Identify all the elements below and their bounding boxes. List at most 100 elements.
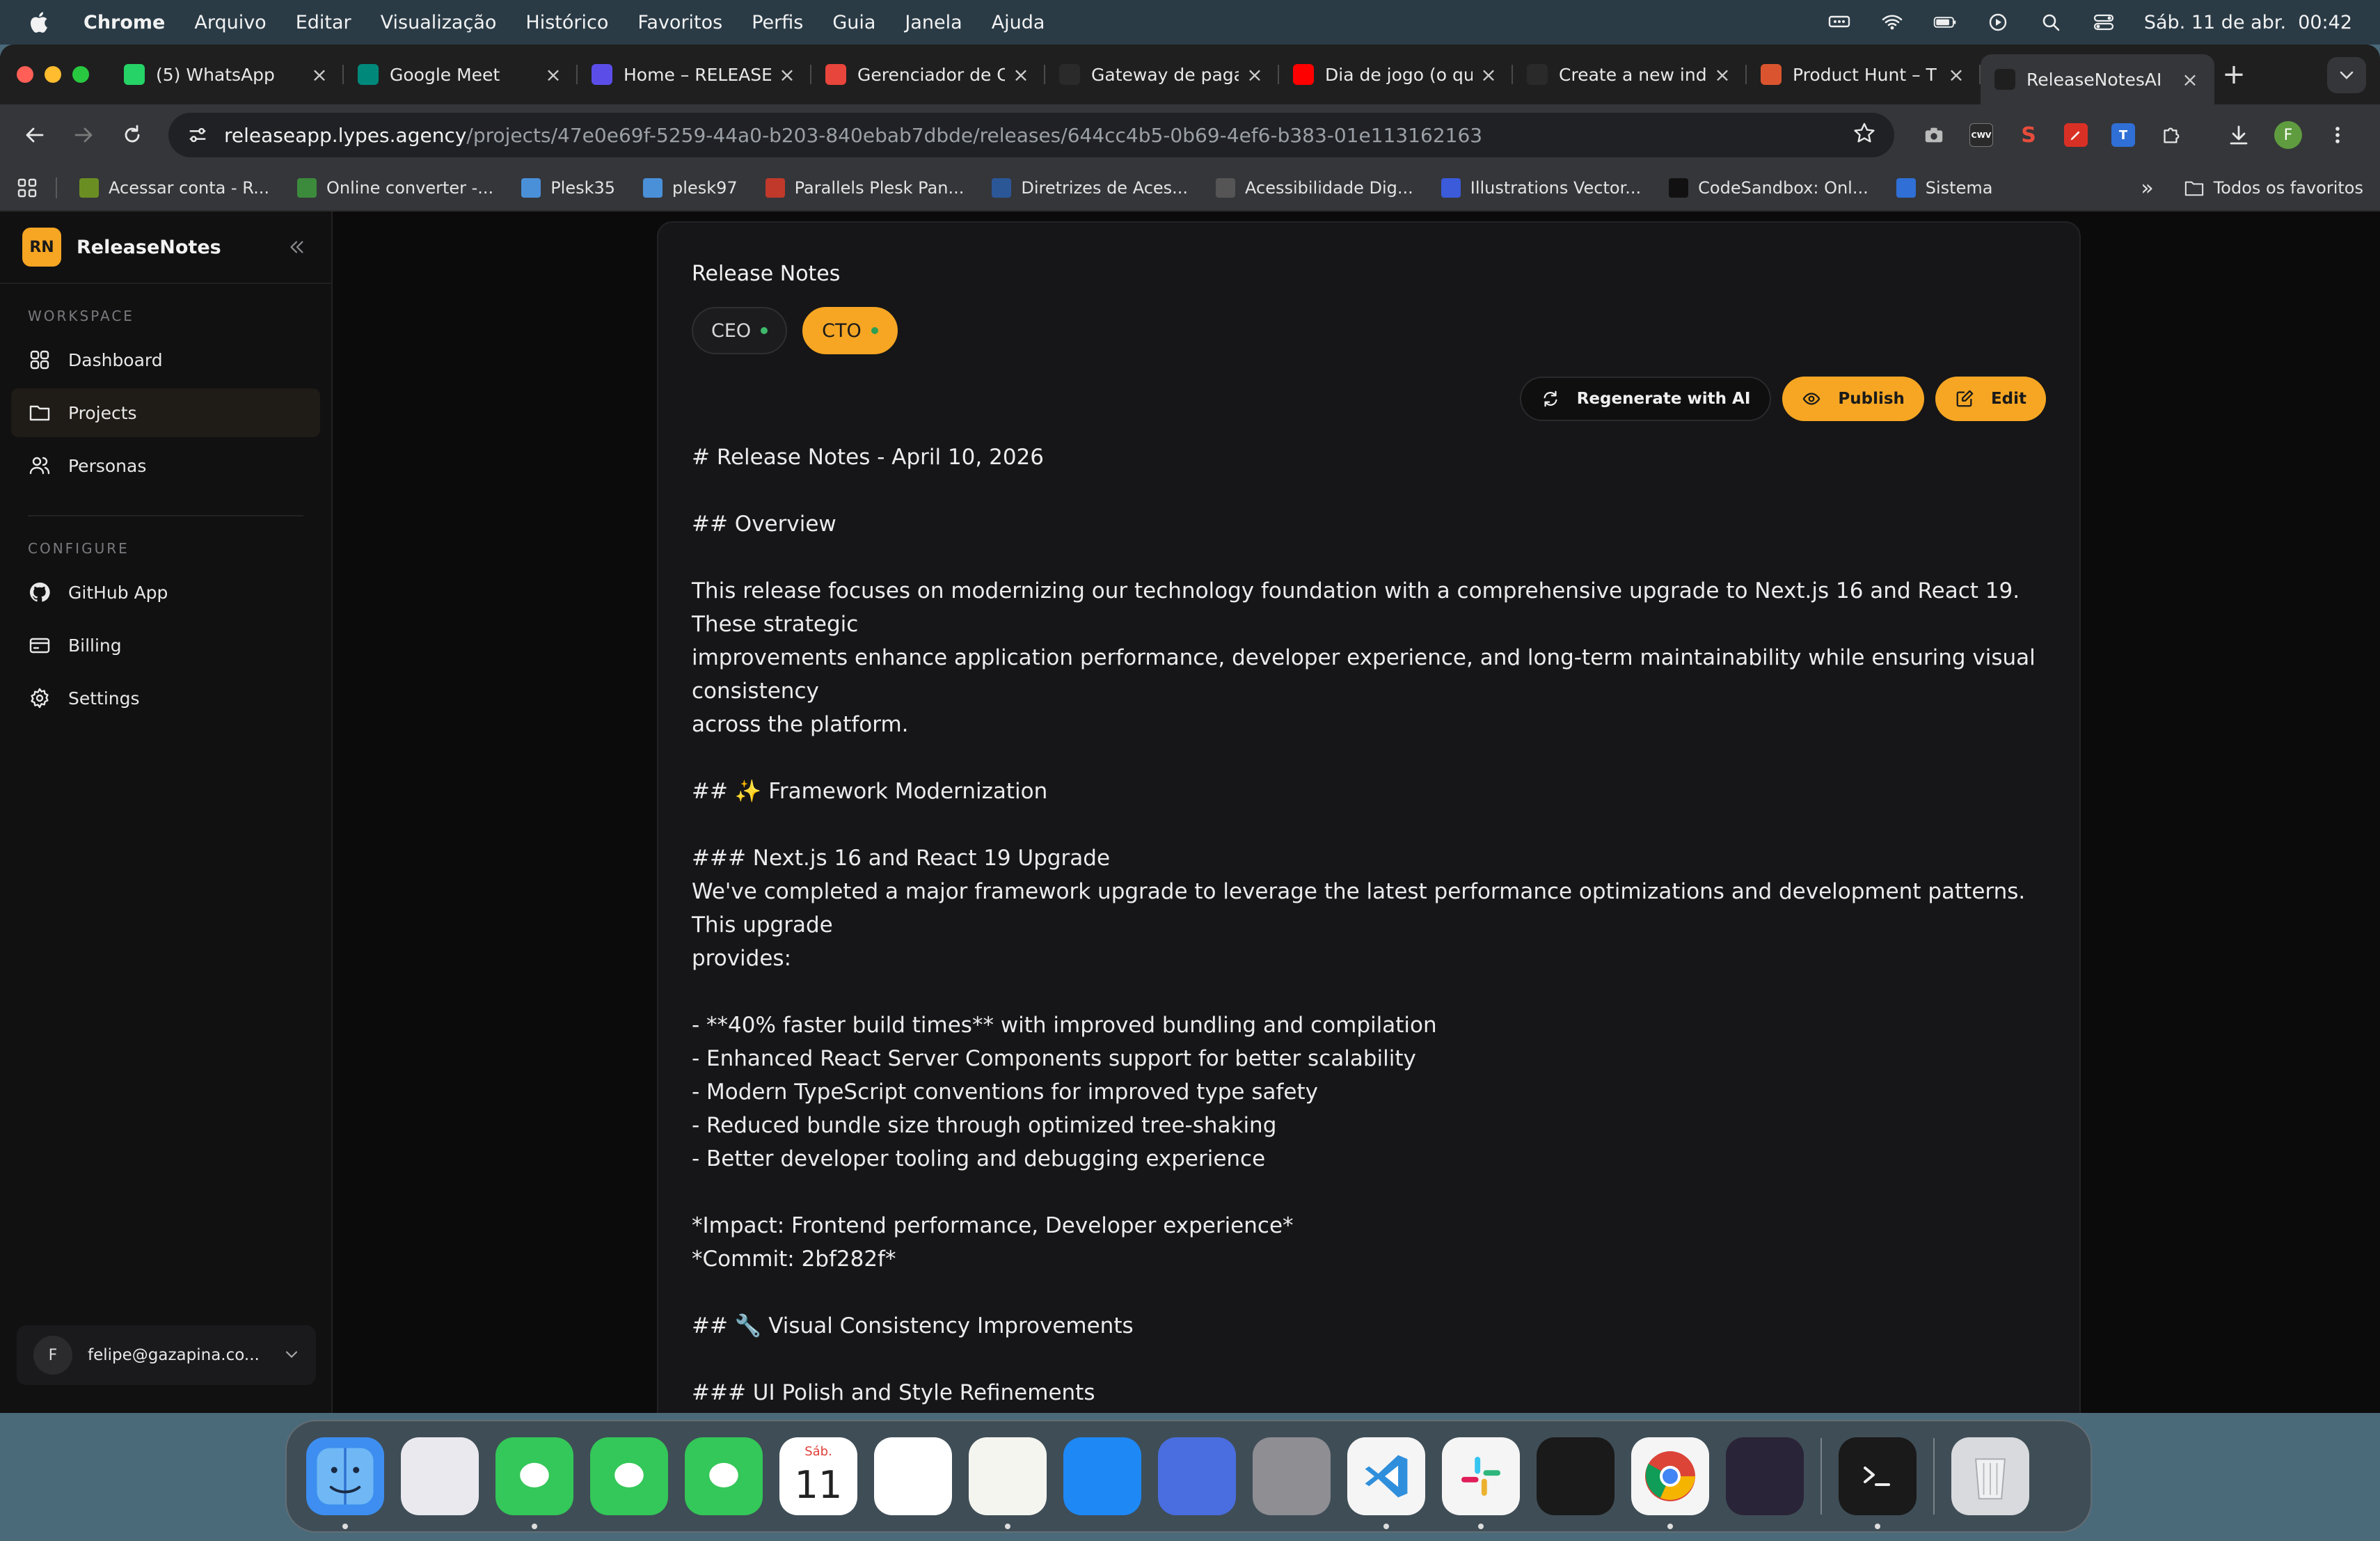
cursor-icon[interactable] [1537, 1437, 1615, 1515]
regenerate-with-ai-button[interactable]: Regenerate with AI [1519, 377, 1772, 421]
app-store-icon[interactable] [1063, 1437, 1141, 1515]
menu-guia[interactable]: Guia [832, 12, 875, 33]
close-tab-icon[interactable]: × [543, 63, 564, 86]
spotlight-search-icon[interactable] [2038, 12, 2063, 33]
forward-button[interactable] [63, 114, 104, 156]
zoom-window-button[interactable] [72, 66, 89, 83]
persona-tab-ceo[interactable]: CEO [692, 307, 788, 354]
bookmark-item[interactable]: Acessibilidade Dig... [1216, 178, 1413, 198]
sidebar-item-projects[interactable]: Projects [11, 388, 320, 437]
simulator-icon[interactable] [1158, 1437, 1236, 1515]
now-playing-icon[interactable] [1985, 12, 2010, 33]
calendar-icon[interactable]: Sáb. 11 [779, 1437, 857, 1515]
menu-ajuda[interactable]: Ajuda [992, 12, 1045, 33]
more-bookmarks-icon[interactable]: » [2141, 176, 2153, 200]
close-tab-icon[interactable]: × [2180, 68, 2200, 91]
publish-button[interactable]: Publish [1782, 377, 1924, 421]
tab-gerenciador[interactable]: Gerenciador de C × [811, 52, 1045, 97]
control-center-icon[interactable] [2091, 12, 2116, 33]
bookmark-item[interactable]: Acessar conta - R... [79, 178, 269, 198]
facetime-icon[interactable] [590, 1437, 668, 1515]
sidebar-item-github-app[interactable]: GitHub App [11, 568, 320, 617]
menu-historico[interactable]: Histórico [525, 12, 608, 33]
menubar-clock[interactable]: Sáb. 11 de abr. 00:42 [2144, 12, 2352, 33]
terminal-icon[interactable] [1839, 1437, 1917, 1529]
bookmark-item[interactable]: plesk97 [643, 178, 738, 198]
cwv-extension-icon[interactable]: CWV [1969, 123, 1993, 147]
launchpad-icon[interactable] [401, 1437, 479, 1515]
close-window-button[interactable] [17, 66, 33, 83]
tab-whatsapp[interactable]: (5) WhatsApp × [110, 52, 344, 97]
sidebar-item-settings[interactable]: Settings [11, 674, 320, 722]
kebab-menu-icon[interactable] [2326, 123, 2349, 147]
tab-releasenotes-tab[interactable]: ReleaseNotesAI × [1981, 54, 2214, 104]
edit-button[interactable]: Edit [1935, 377, 2046, 421]
download-icon[interactable] [2227, 123, 2251, 147]
battery-icon[interactable] [1933, 12, 1958, 33]
reminders-icon[interactable] [874, 1437, 952, 1515]
persona-tab-cto[interactable]: CTO [802, 307, 898, 354]
bookmark-item[interactable]: Illustrations Vector... [1441, 178, 1641, 198]
profile-avatar[interactable]: F [2274, 121, 2302, 149]
notes-icon[interactable] [969, 1437, 1047, 1529]
tab-release-home[interactable]: Home – RELEASE × [578, 52, 811, 97]
address-bar[interactable]: releaseapp.lypes.agency/projects/47e0e69… [168, 113, 1894, 157]
sidebar-item-billing[interactable]: Billing [11, 621, 320, 670]
close-tab-icon[interactable]: × [1244, 63, 1265, 86]
collapse-sidebar-button[interactable] [284, 235, 309, 260]
bookmark-item[interactable]: Parallels Plesk Pan... [765, 178, 964, 198]
chrome-icon[interactable] [1631, 1437, 1709, 1529]
bookmark-item[interactable]: CodeSandbox: Onl... [1669, 178, 1869, 198]
bookmark-item[interactable]: Online converter -... [297, 178, 493, 198]
t-extension-icon[interactable]: T [2111, 123, 2135, 147]
sidebar-item-dashboard[interactable]: Dashboard [11, 335, 320, 384]
close-tab-icon[interactable]: × [1478, 63, 1499, 86]
s-extension-icon[interactable]: S [2017, 123, 2040, 148]
tab-google-meet[interactable]: Google Meet × [344, 52, 578, 97]
apps-grid-icon[interactable] [17, 177, 38, 198]
menu-app-name[interactable]: Chrome [84, 12, 165, 33]
messages-icon[interactable] [495, 1437, 573, 1529]
new-tab-button[interactable]: + [2214, 58, 2253, 90]
tab-product-hunt[interactable]: Product Hunt – T × [1747, 52, 1981, 97]
menu-perfis[interactable]: Perfis [752, 12, 803, 33]
phone-icon[interactable] [685, 1437, 763, 1515]
back-button[interactable] [14, 114, 56, 156]
bookmark-item[interactable]: Diretrizes de Aces... [992, 178, 1188, 198]
tab-youtube[interactable]: Dia de jogo (o qu × [1279, 52, 1513, 97]
obsidian-icon[interactable] [1726, 1437, 1804, 1515]
menu-janela[interactable]: Janela [905, 12, 962, 33]
close-tab-icon[interactable]: × [777, 63, 798, 86]
trash-icon[interactable] [1951, 1437, 2029, 1515]
apple-icon[interactable] [28, 10, 50, 35]
minimize-window-button[interactable] [45, 66, 61, 83]
close-tab-icon[interactable]: × [1946, 63, 1967, 86]
bookmark-item[interactable]: Sistema [1896, 178, 1992, 198]
reload-button[interactable] [111, 114, 153, 156]
all-bookmarks-folder[interactable]: Todos os favoritos [2184, 178, 2363, 198]
menu-arquivo[interactable]: Arquivo [194, 12, 266, 33]
menu-visualizacao[interactable]: Visualização [381, 12, 497, 33]
menu-favoritos[interactable]: Favoritos [637, 12, 722, 33]
camera-extension-icon[interactable] [1922, 123, 1946, 147]
close-tab-icon[interactable]: × [1712, 63, 1733, 86]
user-menu-button[interactable]: F felipe@gazapina.co... [17, 1325, 316, 1385]
display-icon[interactable] [1827, 12, 1852, 33]
tab-search-button[interactable] [2327, 57, 2366, 93]
pen-extension-icon[interactable] [2064, 123, 2088, 147]
sidebar-item-personas[interactable]: Personas [11, 441, 320, 490]
tab-openai[interactable]: Create a new ind × [1513, 52, 1747, 97]
bookmark-item[interactable]: Plesk35 [521, 178, 615, 198]
puzzle-extensions-icon[interactable] [2159, 123, 2182, 147]
tab-gateway[interactable]: Gateway de paga × [1045, 52, 1279, 97]
finder-icon[interactable] [306, 1437, 384, 1529]
system-settings-icon[interactable] [1253, 1437, 1331, 1515]
slack-icon[interactable] [1442, 1437, 1520, 1529]
close-tab-icon[interactable]: × [1010, 63, 1031, 86]
vscode-icon[interactable] [1347, 1437, 1425, 1529]
menu-editar[interactable]: Editar [296, 12, 351, 33]
bookmark-star-icon[interactable] [1853, 121, 1878, 150]
wifi-icon[interactable] [1880, 12, 1905, 33]
site-info-icon[interactable] [185, 123, 210, 148]
close-tab-icon[interactable]: × [309, 63, 330, 86]
